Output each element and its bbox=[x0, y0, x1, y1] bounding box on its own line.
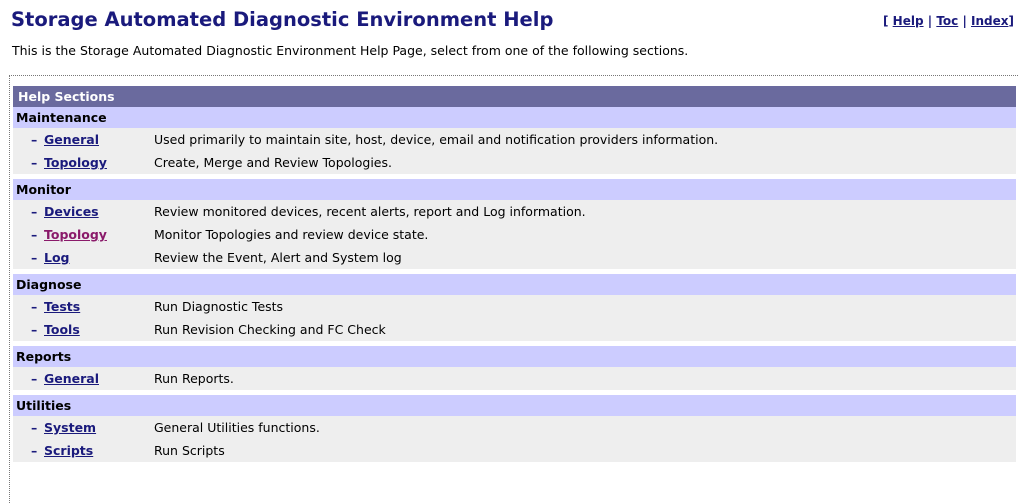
item-description: Run Revision Checking and FC Check bbox=[154, 322, 386, 337]
dash: – bbox=[31, 443, 38, 458]
list-item: – General Used primarily to maintain sit… bbox=[13, 128, 1016, 151]
diagnose-tools-link[interactable]: Tools bbox=[44, 318, 80, 341]
dash: – bbox=[31, 155, 38, 170]
list-item: – Tests Run Diagnostic Tests bbox=[13, 295, 1016, 318]
list-item: – Topology Monitor Topologies and review… bbox=[13, 223, 1016, 246]
table-header: Help Sections bbox=[13, 86, 1016, 107]
list-item: – Scripts Run Scripts bbox=[13, 439, 1016, 462]
dash: – bbox=[31, 371, 38, 386]
item-description: Monitor Topologies and review device sta… bbox=[154, 227, 429, 242]
monitor-devices-link[interactable]: Devices bbox=[44, 200, 99, 223]
list-item: – Log Review the Event, Alert and System… bbox=[13, 246, 1016, 269]
utilities-system-link[interactable]: System bbox=[44, 416, 96, 439]
open-bracket: [ bbox=[882, 14, 889, 28]
item-description: Review the Event, Alert and System log bbox=[154, 250, 402, 265]
dash: – bbox=[31, 132, 38, 147]
list-item: – General Run Reports. bbox=[13, 367, 1016, 390]
separator: | bbox=[962, 14, 967, 28]
item-description: Create, Merge and Review Topologies. bbox=[154, 155, 392, 170]
list-item: – Tools Run Revision Checking and FC Che… bbox=[13, 318, 1016, 341]
diagnose-tests-link[interactable]: Tests bbox=[44, 295, 80, 318]
section-diagnose: Diagnose bbox=[13, 274, 1016, 295]
page-title: Storage Automated Diagnostic Environment… bbox=[11, 8, 554, 31]
dash: – bbox=[31, 204, 38, 219]
top-nav-links: [ Help | Toc | Index] bbox=[883, 14, 1014, 28]
list-item: – System General Utilities functions. bbox=[13, 416, 1016, 439]
item-description: Review monitored devices, recent alerts,… bbox=[154, 204, 586, 219]
item-description: Run Scripts bbox=[154, 443, 225, 458]
item-description: Run Reports. bbox=[154, 371, 234, 386]
dash: – bbox=[31, 299, 38, 314]
close-bracket: ] bbox=[1008, 14, 1014, 28]
item-description: General Utilities functions. bbox=[154, 420, 320, 435]
monitor-log-link[interactable]: Log bbox=[44, 246, 70, 269]
page-header: Storage Automated Diagnostic Environment… bbox=[11, 6, 1014, 36]
section-reports: Reports bbox=[13, 346, 1016, 367]
dash: – bbox=[31, 227, 38, 242]
list-item: – Topology Create, Merge and Review Topo… bbox=[13, 151, 1016, 174]
item-description: Used primarily to maintain site, host, d… bbox=[154, 132, 719, 147]
toc-link[interactable]: Toc bbox=[936, 14, 958, 28]
reports-general-link[interactable]: General bbox=[44, 367, 99, 390]
dash: – bbox=[31, 250, 38, 265]
help-link[interactable]: Help bbox=[893, 14, 924, 28]
dash: – bbox=[31, 322, 38, 337]
list-item: – Devices Review monitored devices, rece… bbox=[13, 200, 1016, 223]
help-sections-table: Help Sections Maintenance – General Used… bbox=[13, 86, 1016, 462]
maintenance-general-link[interactable]: General bbox=[44, 128, 99, 151]
maintenance-topology-link[interactable]: Topology bbox=[44, 151, 107, 174]
index-link[interactable]: Index bbox=[971, 14, 1008, 28]
item-description: Run Diagnostic Tests bbox=[154, 299, 284, 314]
utilities-scripts-link[interactable]: Scripts bbox=[44, 439, 93, 462]
dash: – bbox=[31, 420, 38, 435]
monitor-topology-link[interactable]: Topology bbox=[44, 223, 107, 246]
section-monitor: Monitor bbox=[13, 179, 1016, 200]
separator: | bbox=[927, 14, 933, 28]
intro-text: This is the Storage Automated Diagnostic… bbox=[12, 43, 689, 58]
section-utilities: Utilities bbox=[13, 395, 1016, 416]
section-maintenance: Maintenance bbox=[13, 107, 1016, 128]
